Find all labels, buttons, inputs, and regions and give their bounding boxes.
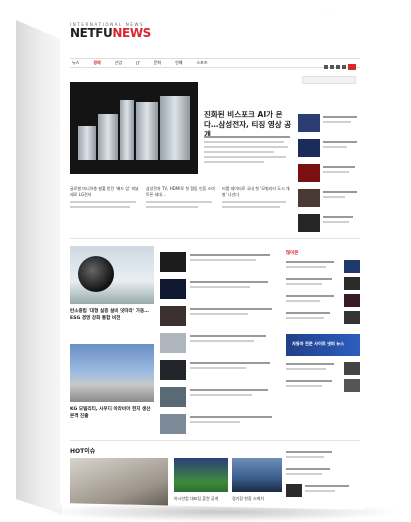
hero-summary [204,136,292,166]
main-nav: 뉴스 경제 산업 IT 문화 연예 스포츠 [70,58,360,68]
menu-button[interactable] [348,64,356,70]
list-item[interactable] [160,252,282,279]
list-item[interactable] [298,139,360,159]
feature-image-1[interactable] [70,246,154,304]
nav-item-entertainment[interactable]: 연예 [175,60,182,66]
list-item[interactable] [160,279,282,306]
popular-news: 많이본 자동차 전문 사이트 넷퍼 뉴스 [286,250,360,396]
list-item[interactable] [286,467,360,484]
sub-headlines: 글로벌 마니아층 쌀풀 받던 '배드 업' 피날레로 LG전자 삼성전자 TV,… [70,186,294,211]
feature-headline-1[interactable]: 탄소중립 '대형 실증 설비 잇따라' 가동…ESG 경영 강화 통합 비전 [70,308,154,322]
sub-headline-text: 글로벌 마니아층 쌀풀 받던 '배드 업' 피날레로 LG전자 [70,186,139,197]
list-item[interactable] [160,306,282,333]
facebook-icon[interactable] [324,65,328,69]
news-page: INTERNATIONAL NEWS NETFUNEWS 뉴스 경제 산업 IT… [60,10,364,510]
rss-icon[interactable] [342,65,346,69]
header-tools [324,64,356,70]
list-item[interactable] [298,189,360,209]
sub-headline[interactable]: 티맵 데이터로 국내 첫 '모빌리티 도시 개발' 나선다 [222,186,294,211]
sub-headline-text: 티맵 데이터로 국내 첫 '모빌리티 도시 개발' 나선다 [222,186,290,197]
logo-part1: NETFU [70,26,113,40]
page-mockup: INTERNATIONAL NEWS NETFUNEWS 뉴스 경제 산업 IT… [16,6,402,522]
nav-item-economy[interactable]: 경제 [93,60,100,66]
nav-item-sports[interactable]: 스포츠 [197,60,208,66]
list-item[interactable] [160,360,282,387]
mid-news-list [160,252,282,441]
nav-item-news[interactable]: 뉴스 [72,60,79,66]
twitter-icon[interactable] [330,65,334,69]
list-item[interactable] [286,311,360,328]
banner-text: 자동차 전문 사이트 넷퍼 뉴스 [292,341,345,346]
hot-image-2[interactable] [174,458,228,492]
header-ad[interactable] [302,76,356,84]
masthead: INTERNATIONAL NEWS NETFUNEWS [70,22,151,39]
feature-headline-2[interactable]: KG 모빌리티, 사우디 아라비아 현지 생산 본격 진출 [70,406,154,420]
divider [70,238,360,239]
hero-image[interactable] [70,82,198,174]
list-item[interactable] [160,414,282,441]
sub-headline-text: 삼성전자 TV, HDMI로 첫 협동 인증 스마트폰 세대… [146,186,215,197]
mockup-side-edge [16,20,62,514]
nav-item-culture[interactable]: 문화 [154,60,161,66]
list-item[interactable] [160,387,282,414]
list-item[interactable] [298,164,360,184]
list-item[interactable] [286,277,360,294]
side-news-list [298,114,360,239]
list-item[interactable] [286,450,360,467]
hot-image-main[interactable] [70,458,168,510]
sub-headline[interactable]: 삼성전자 TV, HDMI로 첫 협동 인증 스마트폰 세대… [146,186,218,211]
list-item[interactable] [286,294,360,311]
logo-part2: NEWS [112,26,151,40]
list-item[interactable] [286,260,360,277]
hot-issue-label: HOT이슈 [70,448,96,455]
sub-headline[interactable]: 글로벌 마니아층 쌀풀 받던 '배드 업' 피날레로 LG전자 [70,186,142,211]
site-logo[interactable]: NETFUNEWS [70,27,151,39]
feature-image-2[interactable] [70,344,154,402]
list-item[interactable] [298,114,360,134]
divider [70,440,360,441]
list-item[interactable] [298,214,360,234]
youtube-icon[interactable] [336,65,340,69]
popular-label: 많이본 [286,251,299,256]
hot-image-3[interactable] [232,458,282,492]
list-item[interactable] [286,362,360,379]
hot-caption-1[interactable]: 아시안컵 대표팀 훈련 공개 [174,496,228,502]
list-item[interactable] [286,484,360,501]
nav-item-it[interactable]: IT [136,61,140,66]
list-item[interactable] [160,333,282,360]
hot-caption-2[interactable]: 경기장 현장 스케치 [232,496,282,502]
nav-item-industry[interactable]: 산업 [115,60,122,66]
promo-banner[interactable]: 자동차 전문 사이트 넷퍼 뉴스 [286,334,360,356]
bottom-right-list [286,450,360,501]
list-item[interactable] [286,379,360,396]
